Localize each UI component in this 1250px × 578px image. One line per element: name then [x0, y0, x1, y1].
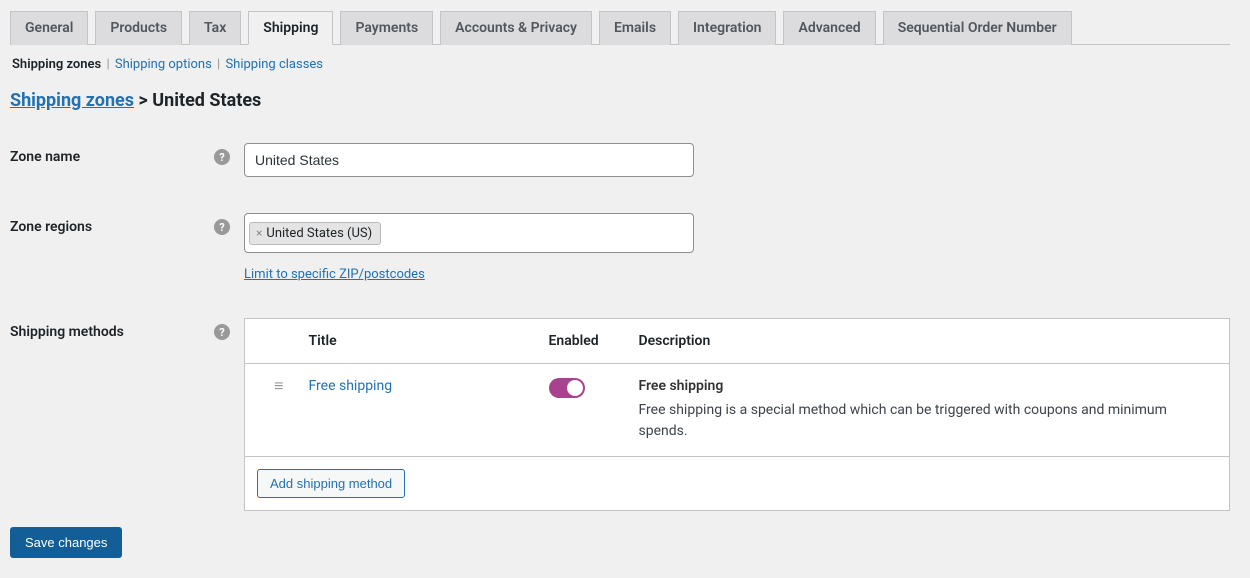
- zone-name-label: Zone name: [10, 149, 80, 165]
- tab-shipping[interactable]: Shipping: [248, 11, 333, 45]
- tab-tax[interactable]: Tax: [189, 11, 241, 45]
- chip-remove-icon[interactable]: ×: [256, 226, 262, 240]
- settings-tabs: General Products Tax Shipping Payments A…: [10, 10, 1230, 45]
- tab-general[interactable]: General: [10, 11, 88, 45]
- region-chip-label: United States (US): [266, 226, 372, 241]
- tab-emails[interactable]: Emails: [599, 11, 671, 45]
- zone-regions-label: Zone regions: [10, 219, 92, 235]
- zone-name-input[interactable]: [244, 143, 694, 177]
- tab-payments[interactable]: Payments: [340, 11, 433, 45]
- help-icon[interactable]: ?: [214, 324, 230, 340]
- shipping-method-link[interactable]: Free shipping: [309, 378, 393, 394]
- save-changes-button[interactable]: Save changes: [10, 527, 122, 558]
- subnav-shipping-options[interactable]: Shipping options: [115, 57, 212, 72]
- col-title: Title: [295, 319, 535, 364]
- region-chip: × United States (US): [249, 222, 381, 245]
- table-row: ≡ Free shipping Free shipping Free shipp…: [245, 364, 1230, 457]
- drag-handle-icon[interactable]: ≡: [274, 376, 283, 395]
- subnav-shipping-classes[interactable]: Shipping classes: [225, 57, 323, 72]
- col-description: Description: [625, 319, 1230, 364]
- zone-regions-select[interactable]: × United States (US): [244, 213, 694, 253]
- add-shipping-method-button[interactable]: Add shipping method: [257, 469, 405, 498]
- subnav-separator: |: [217, 57, 223, 72]
- zone-form: Zone name ? Zone regions ? × United Stat…: [10, 143, 1230, 511]
- zip-postcodes-link[interactable]: Limit to specific ZIP/postcodes: [244, 267, 425, 282]
- help-icon[interactable]: ?: [214, 149, 230, 165]
- shipping-subnav: Shipping zones | Shipping options | Ship…: [10, 45, 1230, 84]
- subnav-separator: |: [106, 57, 112, 72]
- breadcrumb: Shipping zones > United States: [10, 90, 1230, 111]
- col-enabled: Enabled: [535, 319, 625, 364]
- tab-products[interactable]: Products: [95, 11, 182, 45]
- enabled-toggle[interactable]: [549, 378, 585, 398]
- breadcrumb-current: United States: [152, 90, 261, 111]
- help-icon[interactable]: ?: [214, 219, 230, 235]
- method-description-body: Free shipping is a special method which …: [639, 400, 1216, 442]
- tab-integration[interactable]: Integration: [678, 11, 776, 45]
- breadcrumb-separator: >: [134, 90, 152, 111]
- tab-sequential-order-number[interactable]: Sequential Order Number: [883, 11, 1072, 45]
- shipping-methods-label: Shipping methods: [10, 324, 124, 340]
- breadcrumb-root-link[interactable]: Shipping zones: [10, 90, 134, 111]
- subnav-shipping-zones[interactable]: Shipping zones: [12, 57, 101, 72]
- shipping-methods-table: Title Enabled Description ≡ Free shippin…: [244, 318, 1230, 511]
- tab-advanced[interactable]: Advanced: [783, 11, 875, 45]
- tab-accounts-privacy[interactable]: Accounts & Privacy: [440, 11, 592, 45]
- method-description-title: Free shipping: [639, 378, 1216, 394]
